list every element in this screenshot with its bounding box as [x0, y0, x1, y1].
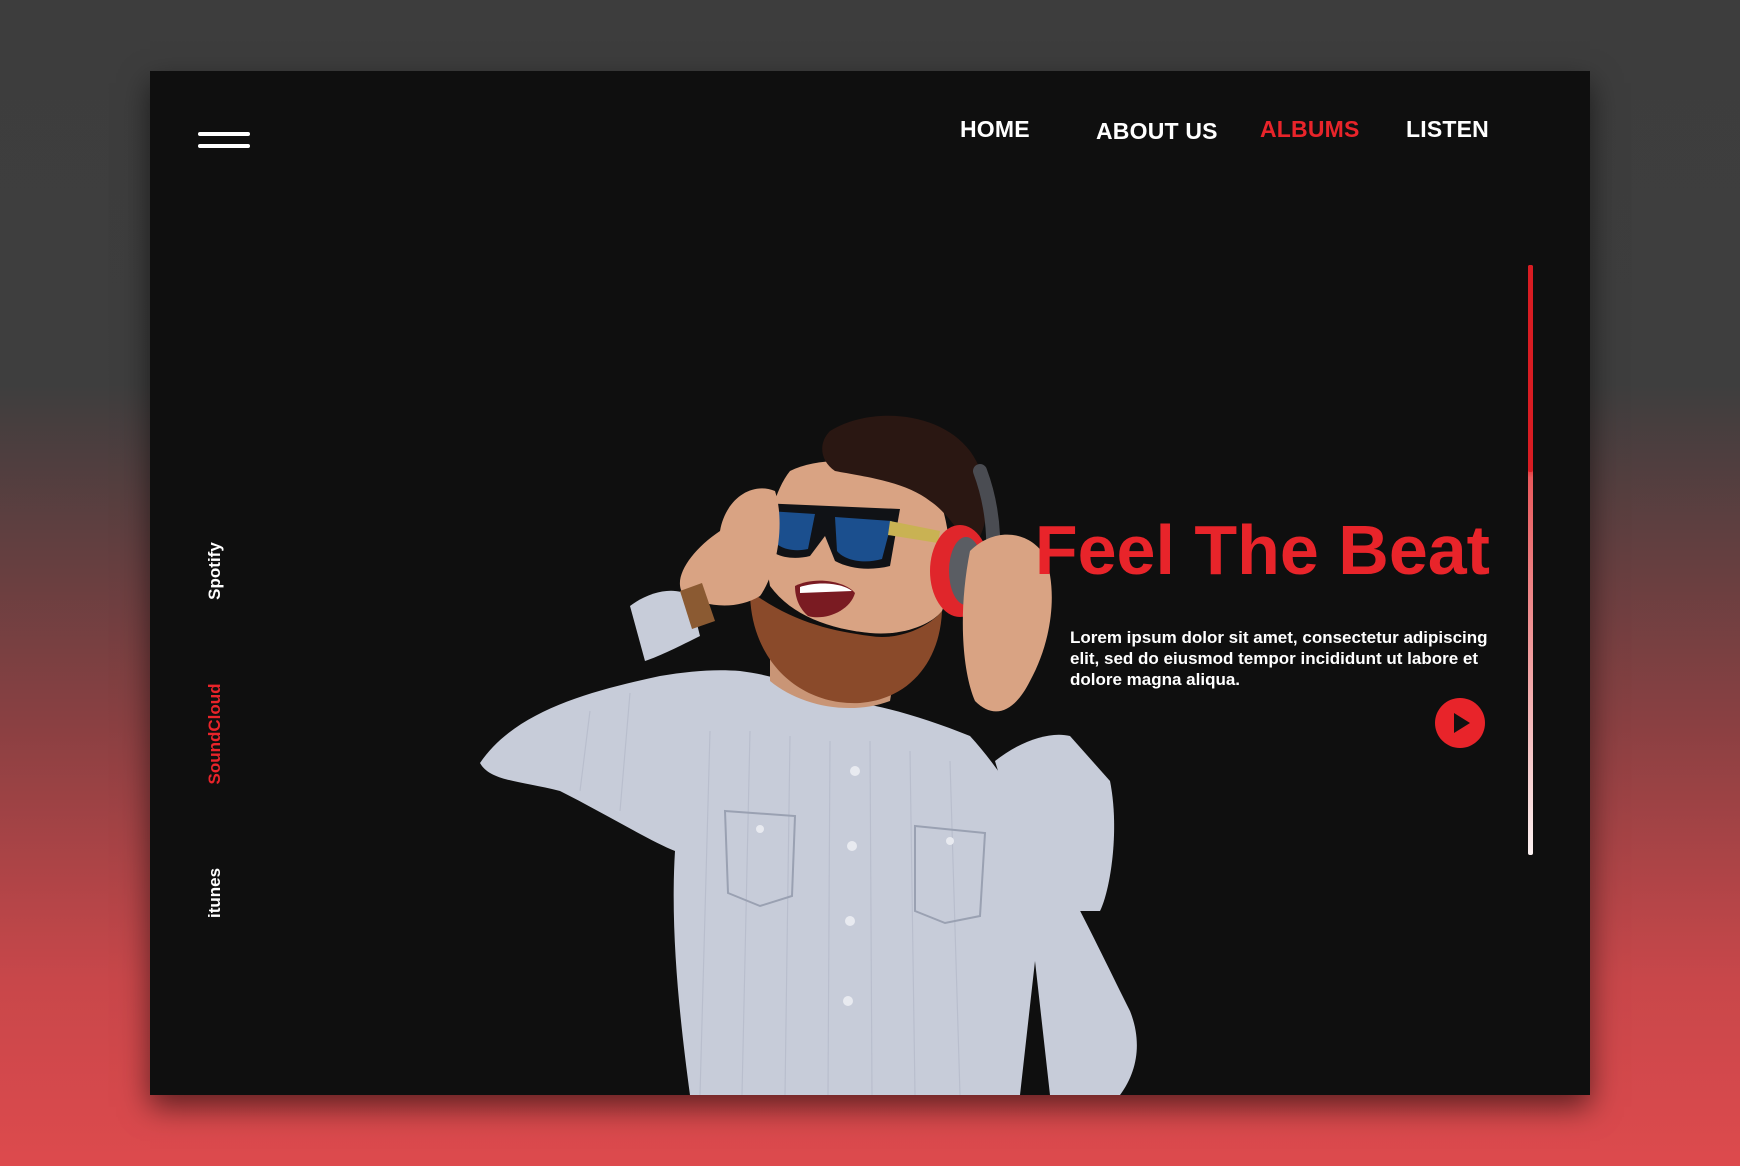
nav-item-about-us[interactable]: ABOUT US	[1096, 118, 1218, 145]
scrollbar-track[interactable]	[1528, 265, 1533, 855]
side-link-spotify[interactable]: Spotify	[205, 531, 225, 611]
nav-item-home[interactable]: HOME	[960, 116, 1030, 143]
play-icon	[1454, 713, 1470, 733]
hero-description: Lorem ipsum dolor sit amet, consectetur …	[1070, 628, 1488, 689]
play-button[interactable]	[1435, 698, 1485, 748]
scrollbar-thumb[interactable]	[1528, 265, 1533, 472]
landing-page-card: HOME ABOUT US ALBUMS LISTEN Spotify Soun…	[150, 71, 1590, 1095]
hamburger-menu-icon[interactable]	[198, 130, 250, 156]
hero-title: Feel The Beat	[1034, 511, 1490, 589]
nav-item-listen[interactable]: LISTEN	[1406, 116, 1489, 143]
nav-item-albums[interactable]: ALBUMS	[1260, 116, 1360, 143]
side-link-soundcloud[interactable]: SoundCloud	[205, 679, 225, 789]
side-link-itunes[interactable]: itunes	[205, 853, 225, 933]
hero-photo	[480, 415, 1137, 1095]
